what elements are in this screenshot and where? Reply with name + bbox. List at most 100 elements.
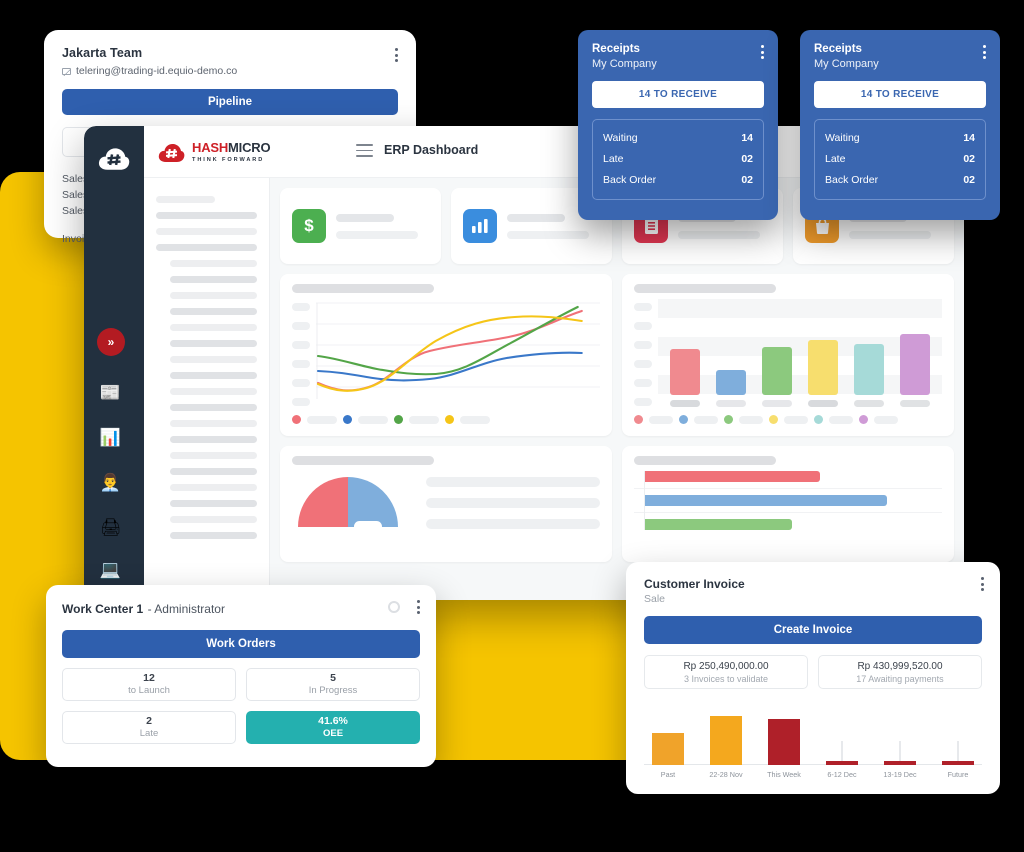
amount-awaiting-payment[interactable]: Rp 430,999,520.00 17 Awaiting payments — [818, 655, 982, 689]
axis-tick-label: This Week — [767, 770, 801, 779]
sidebar-item-newspaper[interactable]: 📰 — [97, 379, 124, 406]
create-invoice-button[interactable]: Create Invoice — [644, 616, 982, 644]
double-chevron-right-icon[interactable]: » — [97, 328, 125, 356]
row-value: 02 — [741, 153, 753, 165]
tile-value: 12 — [143, 672, 155, 684]
receipts-company: My Company — [814, 58, 879, 70]
more-vertical-icon[interactable] — [983, 45, 986, 59]
bar-chart-legend — [634, 415, 942, 424]
tile-oee[interactable]: 41.6% OEE — [246, 711, 420, 744]
brand-tagline: THINK FORWARD — [192, 156, 265, 163]
tile-value: 41.6% — [318, 715, 348, 727]
work-center-card: Work Center 1 - Administrator Work Order… — [46, 585, 436, 767]
amount-value: Rp 430,999,520.00 — [857, 660, 943, 672]
sidebar-item-employees[interactable]: 👨‍💼 — [97, 469, 124, 496]
tile-value: 5 — [330, 672, 336, 684]
work-orders-button[interactable]: Work Orders — [62, 630, 420, 658]
table-row: Late 02 — [825, 149, 975, 170]
more-vertical-icon[interactable] — [981, 577, 984, 591]
erp-multi-line-chart[interactable] — [292, 299, 600, 407]
customer-invoice-aging-chart[interactable]: Past 22-28 Nov This Week 6-12 Dec 13-19 … — [644, 701, 982, 779]
row-value: 02 — [963, 153, 975, 165]
skeleton-line — [156, 212, 257, 219]
receipts-company: My Company — [592, 58, 657, 70]
brand-name-a: HASH — [192, 140, 229, 156]
skeleton-line — [170, 484, 257, 491]
skeleton-line — [170, 356, 257, 363]
more-vertical-icon[interactable] — [761, 45, 764, 59]
hashmicro-wordmark: HASHMICRO THINK FORWARD — [192, 140, 271, 163]
jakarta-header: Jakarta Team telering@trading-id.equio-d… — [44, 30, 416, 77]
icon-sidebar: » 📰 📊 👨‍💼 🖨 💻 🛒 🎧 📦 — [84, 126, 144, 600]
status-ring-icon[interactable] — [388, 601, 400, 613]
skeleton-line — [170, 468, 257, 475]
legend-dot-green — [724, 415, 733, 424]
tile-label: In Progress — [308, 685, 358, 696]
chart-title-placeholder — [292, 284, 434, 293]
printer-icon: 🖨 — [99, 517, 122, 537]
skeleton-line — [156, 244, 257, 251]
screenshot-stage: Jakarta Team telering@trading-id.equio-d… — [0, 0, 1024, 852]
hashmicro-cloud-logo-icon[interactable] — [98, 146, 130, 171]
to-receive-button[interactable]: 14 TO RECEIVE — [814, 81, 986, 108]
horizontal-bar-panel — [622, 446, 954, 562]
sidebar-item-pos[interactable]: 💻 — [97, 556, 124, 583]
to-receive-button[interactable]: 14 TO RECEIVE — [592, 81, 764, 108]
table-row: Late 02 — [603, 149, 753, 170]
jakarta-title: Jakarta Team — [62, 46, 143, 60]
customer-invoice-title: Customer Invoice — [644, 577, 745, 591]
table-row: Back Order 02 — [825, 170, 975, 191]
dashboard-body: $ — [270, 178, 964, 600]
row-label: Waiting — [825, 132, 860, 144]
skeleton-line — [170, 516, 257, 523]
skeleton-line — [170, 372, 257, 379]
aging-axis-labels: Past 22-28 Nov This Week 6-12 Dec 13-19 … — [644, 770, 982, 779]
sidebar-item-reports[interactable]: 📊 — [97, 424, 124, 451]
skeleton-line — [170, 500, 257, 507]
legend-dot-yellow — [769, 415, 778, 424]
bar-chart-icon: 📊 — [99, 427, 122, 447]
invoice-amount-tiles: Rp 250,490,000.00 3 Invoices to validate… — [644, 655, 982, 689]
page-title: ERP Dashboard — [384, 143, 479, 157]
kpi-placeholder-text — [336, 213, 429, 239]
skeleton-line — [170, 532, 257, 539]
aging-bars — [644, 709, 982, 765]
erp-horizontal-bar-chart[interactable] — [634, 471, 942, 530]
kpi-card-revenue[interactable]: $ — [280, 188, 441, 264]
row-label: Late — [825, 153, 846, 165]
axis-tick-label: 22-28 Nov — [709, 770, 743, 779]
line-chart-panel — [280, 274, 612, 436]
skeleton-line — [170, 260, 257, 267]
erp-category-bar-chart[interactable] — [634, 299, 942, 407]
tile-in-progress[interactable]: 5 In Progress — [246, 668, 420, 701]
table-row: Waiting 14 — [603, 128, 753, 149]
more-vertical-icon[interactable] — [417, 600, 420, 614]
skeleton-line — [156, 196, 215, 203]
hashmicro-logo: HASHMICRO THINK FORWARD — [144, 126, 330, 178]
receipts-title: Receipts — [814, 43, 862, 55]
tile-value: 2 — [146, 715, 152, 727]
tile-to-launch[interactable]: 12 to Launch — [62, 668, 236, 701]
legend-dot-green — [394, 415, 403, 424]
tile-late[interactable]: 2 Late — [62, 711, 236, 744]
pipeline-button[interactable]: Pipeline — [62, 89, 398, 115]
hamburger-menu-icon[interactable] — [356, 144, 373, 157]
work-center-subtitle: - Administrator — [147, 602, 225, 616]
row-value: 14 — [963, 132, 975, 144]
envelope-icon — [62, 67, 72, 76]
receipts-card-2: Receipts My Company 14 TO RECEIVE Waitin… — [800, 30, 1000, 220]
more-vertical-icon[interactable] — [395, 48, 398, 62]
row-label: Back Order — [825, 174, 879, 186]
axis-tick-label: 13-19 Dec — [883, 770, 917, 779]
dollar-icon: $ — [292, 209, 326, 243]
pos-terminal-icon: 💻 — [99, 559, 122, 579]
bar-col — [876, 709, 924, 765]
amount-to-validate[interactable]: Rp 250,490,000.00 3 Invoices to validate — [644, 655, 808, 689]
sidebar-item-printing[interactable]: 🖨 — [97, 514, 124, 541]
bar-col — [644, 709, 692, 765]
skeleton-line — [170, 340, 257, 347]
table-row: Back Order 02 — [603, 170, 753, 191]
tile-label: OEE — [322, 728, 344, 739]
customer-invoice-header: Customer Invoice Sale — [626, 562, 1000, 605]
erp-donut-chart[interactable] — [292, 471, 404, 562]
